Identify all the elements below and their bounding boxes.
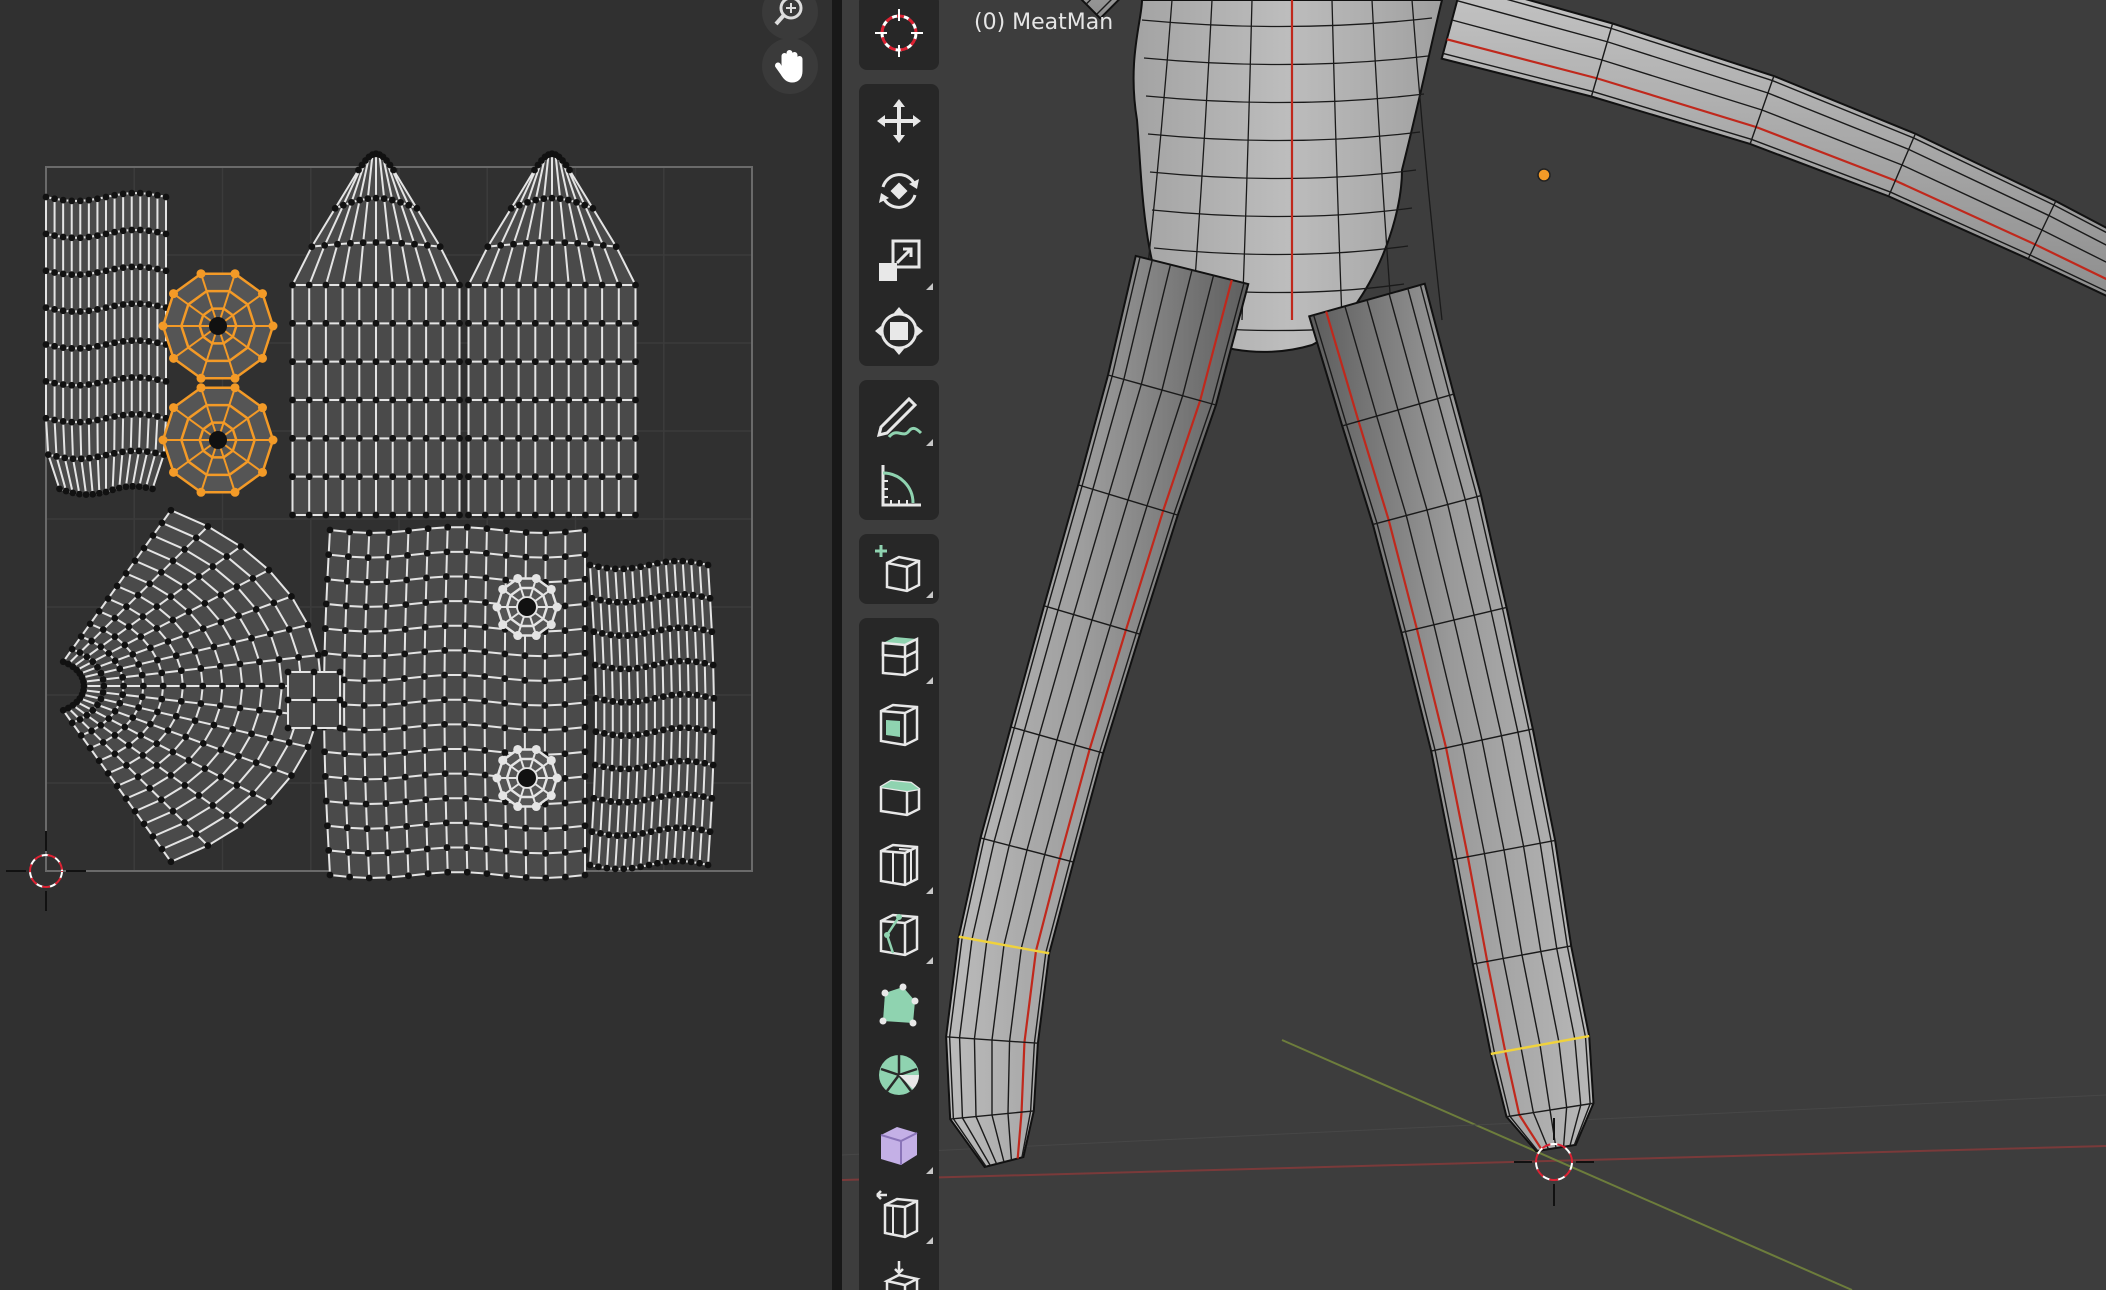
x-axis-line [842, 1145, 2106, 1181]
edge-slide-tool[interactable] [859, 1180, 939, 1250]
loop-cut-tool[interactable] [859, 830, 939, 900]
smooth-tool-icon [880, 1127, 918, 1165]
tool-options-indicator [926, 677, 933, 684]
uv-islands[interactable] [42, 150, 718, 882]
transform-tool[interactable] [859, 296, 939, 366]
knife-tool[interactable] [859, 900, 939, 970]
smooth-tool[interactable] [859, 1110, 939, 1180]
object-origin-icon[interactable] [1537, 168, 1551, 182]
uv-island-arm-right[interactable] [586, 557, 718, 873]
extrude-region-tool-icon [881, 636, 919, 677]
shrink-fatten-tool-icon [883, 1261, 921, 1290]
inset-faces-tool[interactable] [859, 690, 939, 760]
tool-options-indicator [926, 1237, 933, 1244]
add-cube-tool[interactable] [859, 534, 939, 604]
tool-group-add [859, 534, 939, 604]
move-tool-icon [877, 99, 921, 143]
uv-island-leg-b[interactable] [465, 150, 639, 519]
leg-right-mesh[interactable] [1307, 282, 1595, 1153]
poly-build-tool-icon [879, 983, 919, 1027]
uv-island-foot-cap-1[interactable] [158, 269, 278, 383]
uv-island-leg-a[interactable] [289, 150, 463, 519]
uv-island-arm-left[interactable] [42, 189, 170, 498]
cursor-tool[interactable] [859, 0, 939, 68]
knife-tool-icon [879, 913, 919, 957]
uv-canvas[interactable] [0, 0, 832, 1290]
tool-options-indicator [926, 957, 933, 964]
shrink-fatten-tool[interactable] [859, 1250, 939, 1290]
tool-options-indicator [926, 591, 933, 598]
rotate-tool-icon [879, 173, 919, 209]
tool-options-indicator [926, 1167, 933, 1174]
uv-face [588, 559, 715, 871]
leg-left-mesh[interactable] [945, 254, 1250, 1169]
inset-faces-tool-icon [879, 703, 919, 747]
tool-group-cursor [859, 0, 939, 70]
meatman-mesh[interactable] [945, 0, 2106, 1169]
pan-button[interactable] [762, 38, 818, 94]
tool-options-indicator [926, 283, 933, 290]
rotate-tool[interactable] [859, 156, 939, 226]
tool-options-indicator [926, 439, 933, 446]
tool-options-indicator [926, 887, 933, 894]
edge-slide-tool-icon [876, 1190, 919, 1239]
tool-group-mesh [859, 618, 939, 1290]
bevel-tool-icon [879, 779, 921, 817]
bevel-tool[interactable] [859, 760, 939, 830]
annotate-tool[interactable] [859, 382, 939, 452]
3d-viewport[interactable]: (0) MeatMan [842, 0, 2106, 1290]
annotate-tool-icon [876, 396, 923, 439]
zoom-icon [774, 0, 803, 26]
spin-tool-icon [879, 1055, 919, 1095]
scale-tool-icon [879, 239, 921, 281]
move-tool[interactable] [859, 86, 939, 156]
extrude-region-tool[interactable] [859, 620, 939, 690]
measure-tool[interactable] [859, 450, 939, 520]
uv-face [290, 152, 462, 516]
cursor-tool-icon [875, 9, 923, 57]
tool-group-annotate [859, 380, 939, 520]
object-info-text: (0) MeatMan [974, 10, 1114, 35]
scale-tool[interactable] [859, 226, 939, 296]
viewport-scene[interactable] [842, 0, 2106, 1290]
poly-build-tool[interactable] [859, 970, 939, 1040]
uv-face [466, 152, 638, 516]
transform-tool-icon [875, 307, 923, 355]
uv-editor-area[interactable] [0, 0, 832, 1290]
uv-island-torso-tab[interactable] [284, 668, 344, 732]
arm-right-mesh[interactable] [1440, 0, 2106, 297]
loop-cut-tool-icon [879, 843, 919, 887]
measure-tool-icon [881, 465, 921, 507]
spin-tool[interactable] [859, 1040, 939, 1110]
uv-island-torso-left[interactable] [59, 506, 325, 866]
tool-group-transform [859, 84, 939, 366]
uv-island-torso-center[interactable] [320, 523, 589, 882]
uv-island-foot-cap-2[interactable] [158, 383, 278, 497]
hand-pan-icon [775, 50, 803, 83]
add-cube-tool-icon [875, 545, 921, 593]
area-divider[interactable] [832, 0, 842, 1290]
